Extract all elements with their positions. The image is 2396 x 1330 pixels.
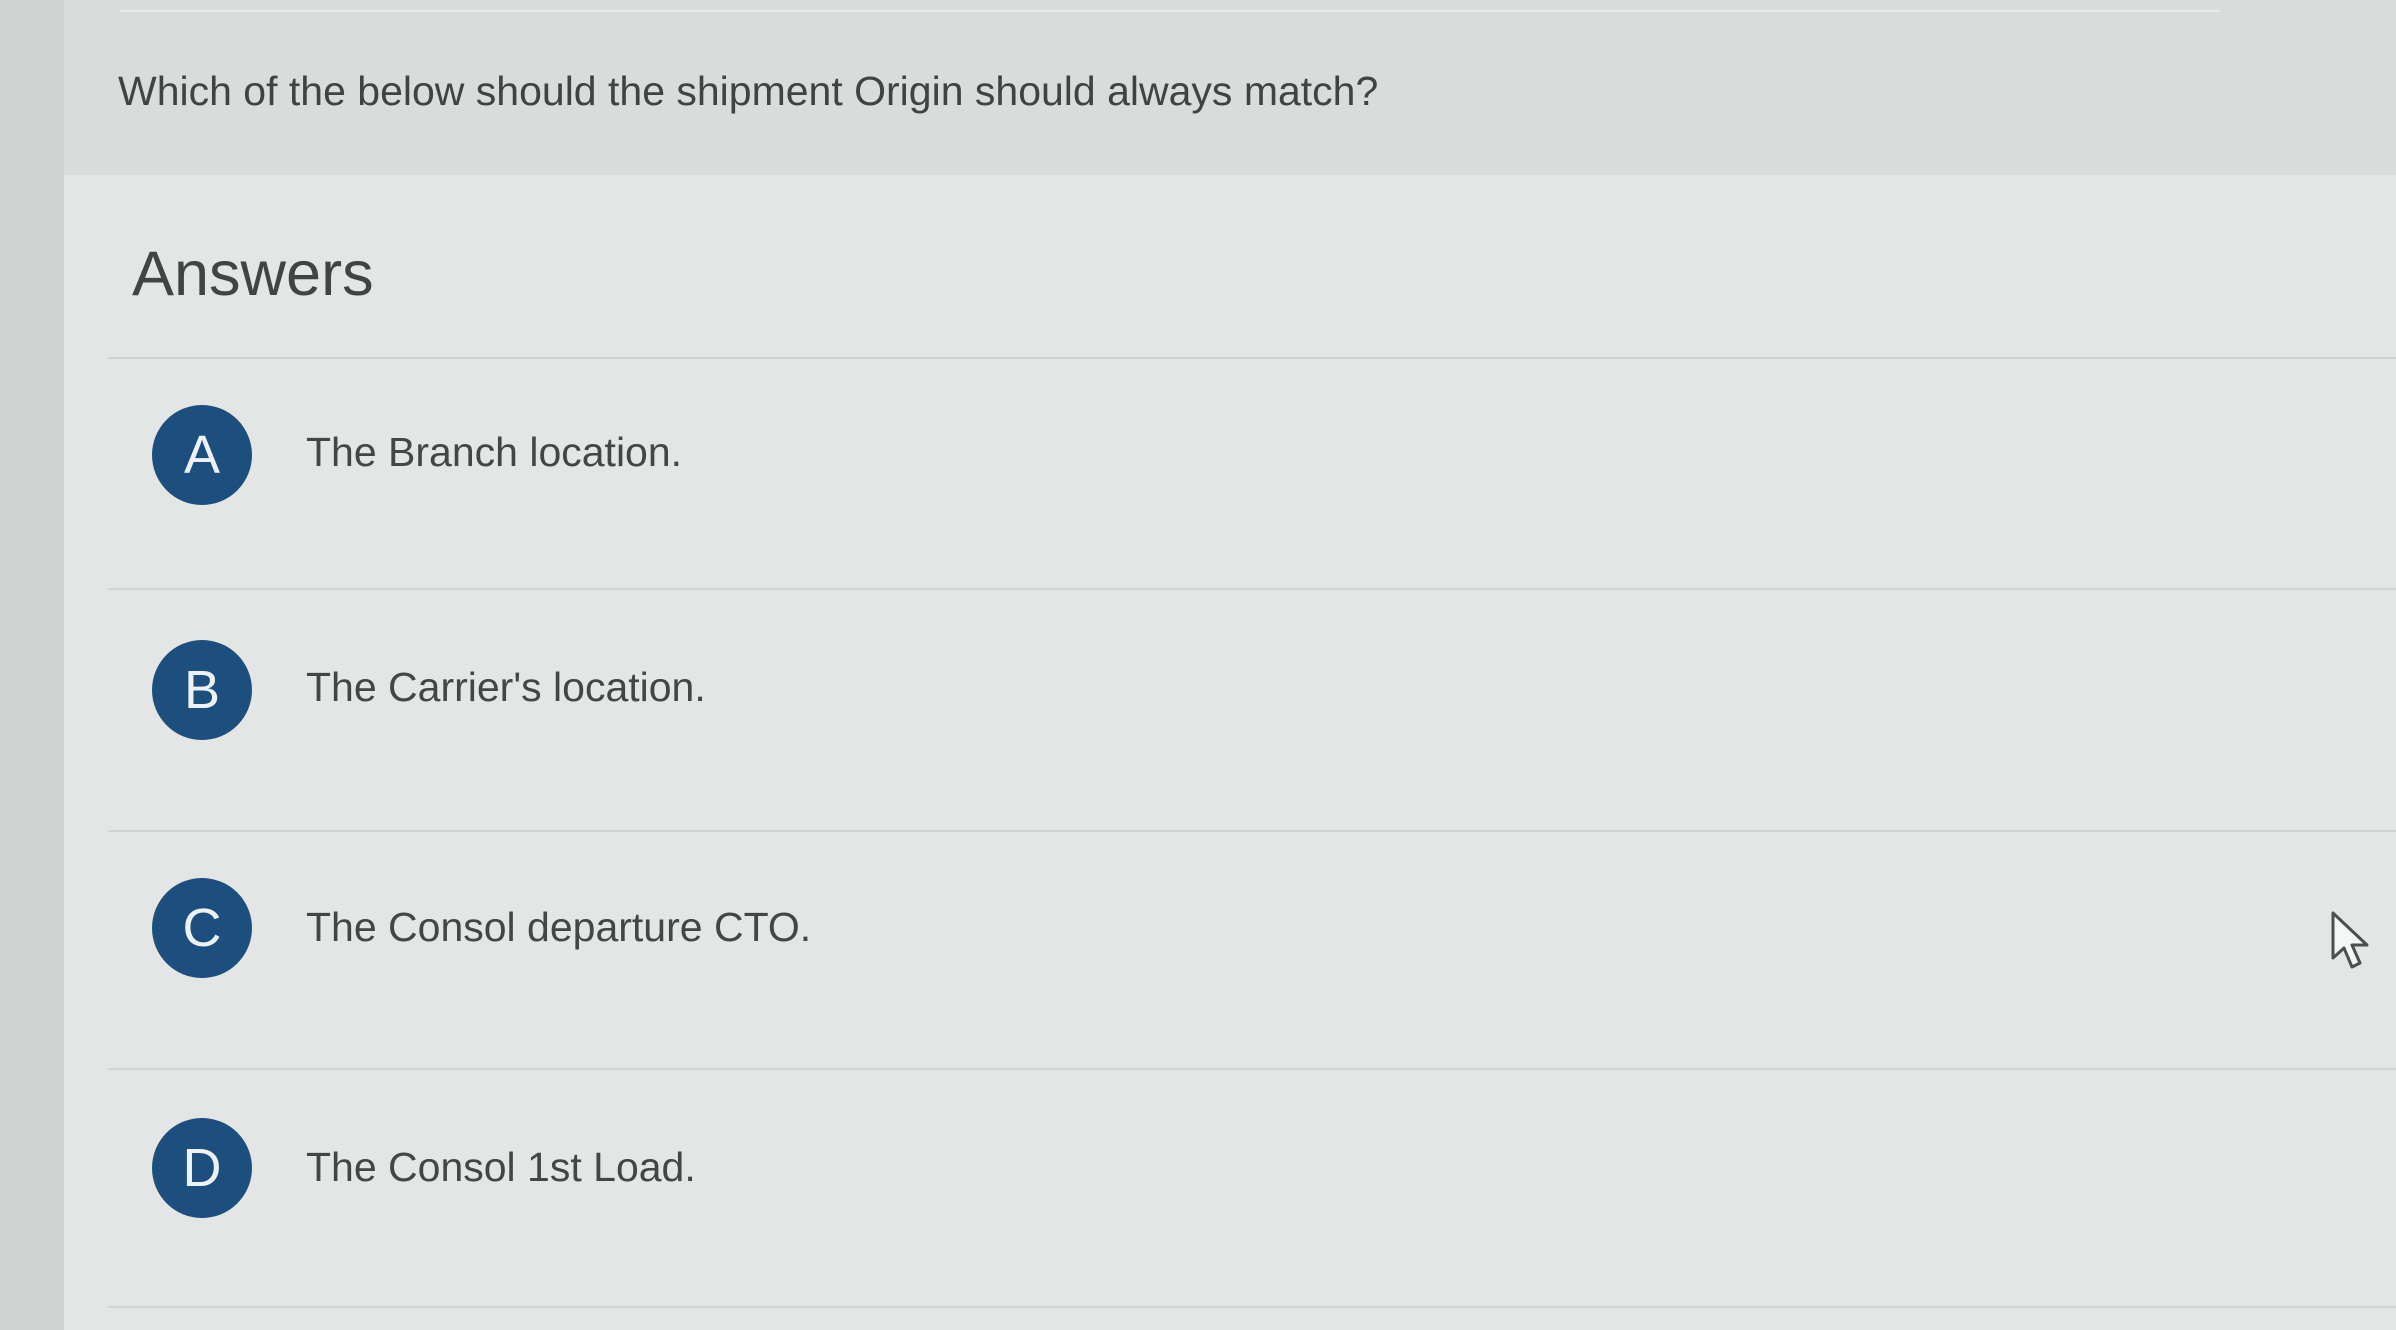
answers-title: Answers [132, 239, 374, 309]
answer-option-b-text: The Carrier's location. [306, 664, 706, 710]
answer-option-d-text: The Consol 1st Load. [306, 1144, 696, 1190]
answer-option-a[interactable]: A The Branch location. [108, 359, 2396, 595]
answer-option-a-text: The Branch location. [306, 429, 683, 475]
mouse-pointer-icon [2331, 911, 2369, 969]
answer-option-b-badge: B [152, 640, 252, 740]
answer-divider [108, 1306, 2396, 1308]
question-text: Which of the below should the shipment O… [118, 68, 1379, 114]
left-margin [0, 0, 64, 1330]
answer-option-c-text: The Consol departure CTO. [306, 904, 812, 950]
answer-option-d[interactable]: D The Consol 1st Load. [108, 1070, 2396, 1306]
answer-option-c-badge: C [152, 878, 252, 978]
question-divider [120, 10, 2220, 12]
answer-option-a-badge: A [152, 405, 252, 505]
answer-option-d-badge: D [152, 1118, 252, 1218]
answer-option-b[interactable]: B The Carrier's location. [108, 590, 2396, 826]
answer-option-c[interactable]: C The Consol departure CTO. [108, 832, 2396, 1068]
